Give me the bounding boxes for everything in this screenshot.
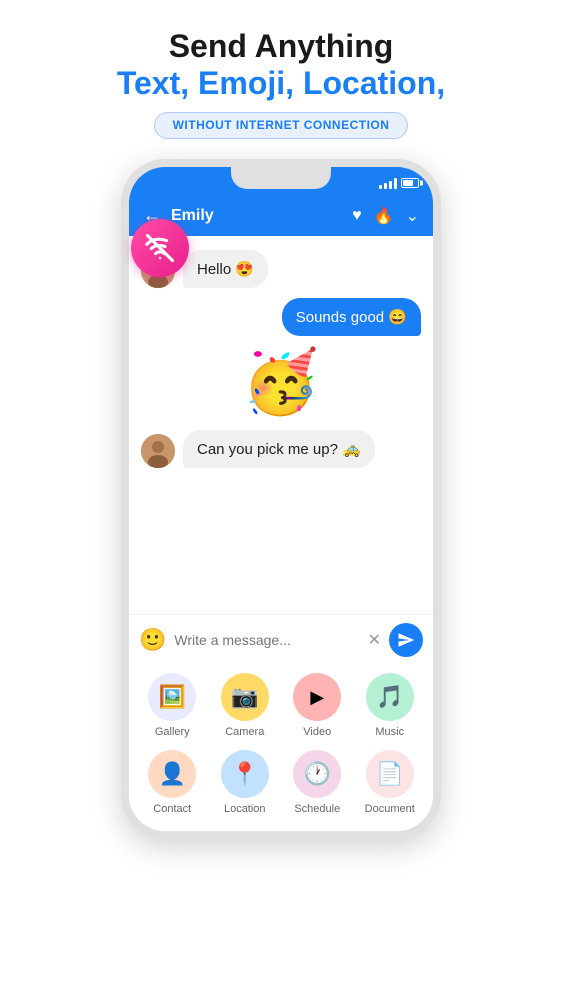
emoji-picker-button[interactable]: 🙂 xyxy=(139,627,166,653)
action-location[interactable]: 📍 Location xyxy=(212,750,279,815)
action-music[interactable]: 🎵 Music xyxy=(357,673,424,738)
gallery-icon: 🖼️ xyxy=(148,673,196,721)
clear-input-button[interactable]: ✕ xyxy=(368,630,381,650)
contact-label: Contact xyxy=(153,803,191,815)
action-contact[interactable]: 👤 Contact xyxy=(139,750,206,815)
gallery-label: Gallery xyxy=(155,726,190,738)
action-grid: 🖼️ Gallery 📷 Camera ▶ Video 🎵 Music 👤 Co… xyxy=(129,665,433,831)
phone-notch xyxy=(231,167,331,189)
action-video[interactable]: ▶ Video xyxy=(284,673,351,738)
headline-section: Send Anything Text, Emoji, Location, WIT… xyxy=(117,28,445,139)
avatar-emily-2 xyxy=(141,434,175,468)
headline-line1: Send Anything xyxy=(117,28,445,65)
heart-icon[interactable]: ♥ xyxy=(352,207,362,225)
document-label: Document xyxy=(365,803,415,815)
message-sent-1: Sounds good 😄 xyxy=(141,298,421,336)
action-camera[interactable]: 📷 Camera xyxy=(212,673,279,738)
no-wifi-badge xyxy=(131,219,189,277)
contact-icon: 👤 xyxy=(148,750,196,798)
header-action-icons: ♥ 🔥 ⌄ xyxy=(352,206,419,226)
flame-icon[interactable]: 🔥 xyxy=(374,206,394,226)
bubble-sounds-good: Sounds good 😄 xyxy=(282,298,421,336)
location-label: Location xyxy=(224,803,266,815)
document-icon: 📄 xyxy=(366,750,414,798)
signal-icon xyxy=(379,177,397,189)
contact-name: Emily xyxy=(171,207,342,225)
status-icons xyxy=(379,177,419,189)
camera-label: Camera xyxy=(225,726,264,738)
send-button[interactable] xyxy=(389,623,423,657)
badge-no-internet: WITHOUT INTERNET CONNECTION xyxy=(154,112,409,140)
message-input[interactable] xyxy=(174,632,359,648)
action-gallery[interactable]: 🖼️ Gallery xyxy=(139,673,206,738)
bubble-pickup: Can you pick me up? 🚕 xyxy=(183,430,375,468)
action-document[interactable]: 📄 Document xyxy=(357,750,424,815)
chevron-down-icon[interactable]: ⌄ xyxy=(406,206,419,226)
input-bar: 🙂 ✕ xyxy=(129,614,433,665)
party-sticker-emoji: 🥳 xyxy=(242,352,319,414)
music-icon: 🎵 xyxy=(366,673,414,721)
schedule-icon: 🕐 xyxy=(293,750,341,798)
location-icon: 📍 xyxy=(221,750,269,798)
schedule-label: Schedule xyxy=(294,803,340,815)
headline-line2: Text, Emoji, Location, xyxy=(117,65,445,102)
messages-area: Hello 😍 Sounds good 😄 🥳 xyxy=(129,236,433,614)
sticker-party: 🥳 xyxy=(141,346,421,420)
video-icon: ▶ xyxy=(293,673,341,721)
bubble-hello: Hello 😍 xyxy=(183,250,268,288)
video-label: Video xyxy=(303,726,331,738)
camera-icon: 📷 xyxy=(221,673,269,721)
music-label: Music xyxy=(375,726,404,738)
phone-wrapper: ← Emily ♥ 🔥 ⌄ xyxy=(121,159,441,839)
battery-icon xyxy=(401,178,419,188)
action-schedule[interactable]: 🕐 Schedule xyxy=(284,750,351,815)
message-received-2: Can you pick me up? 🚕 xyxy=(141,430,421,468)
